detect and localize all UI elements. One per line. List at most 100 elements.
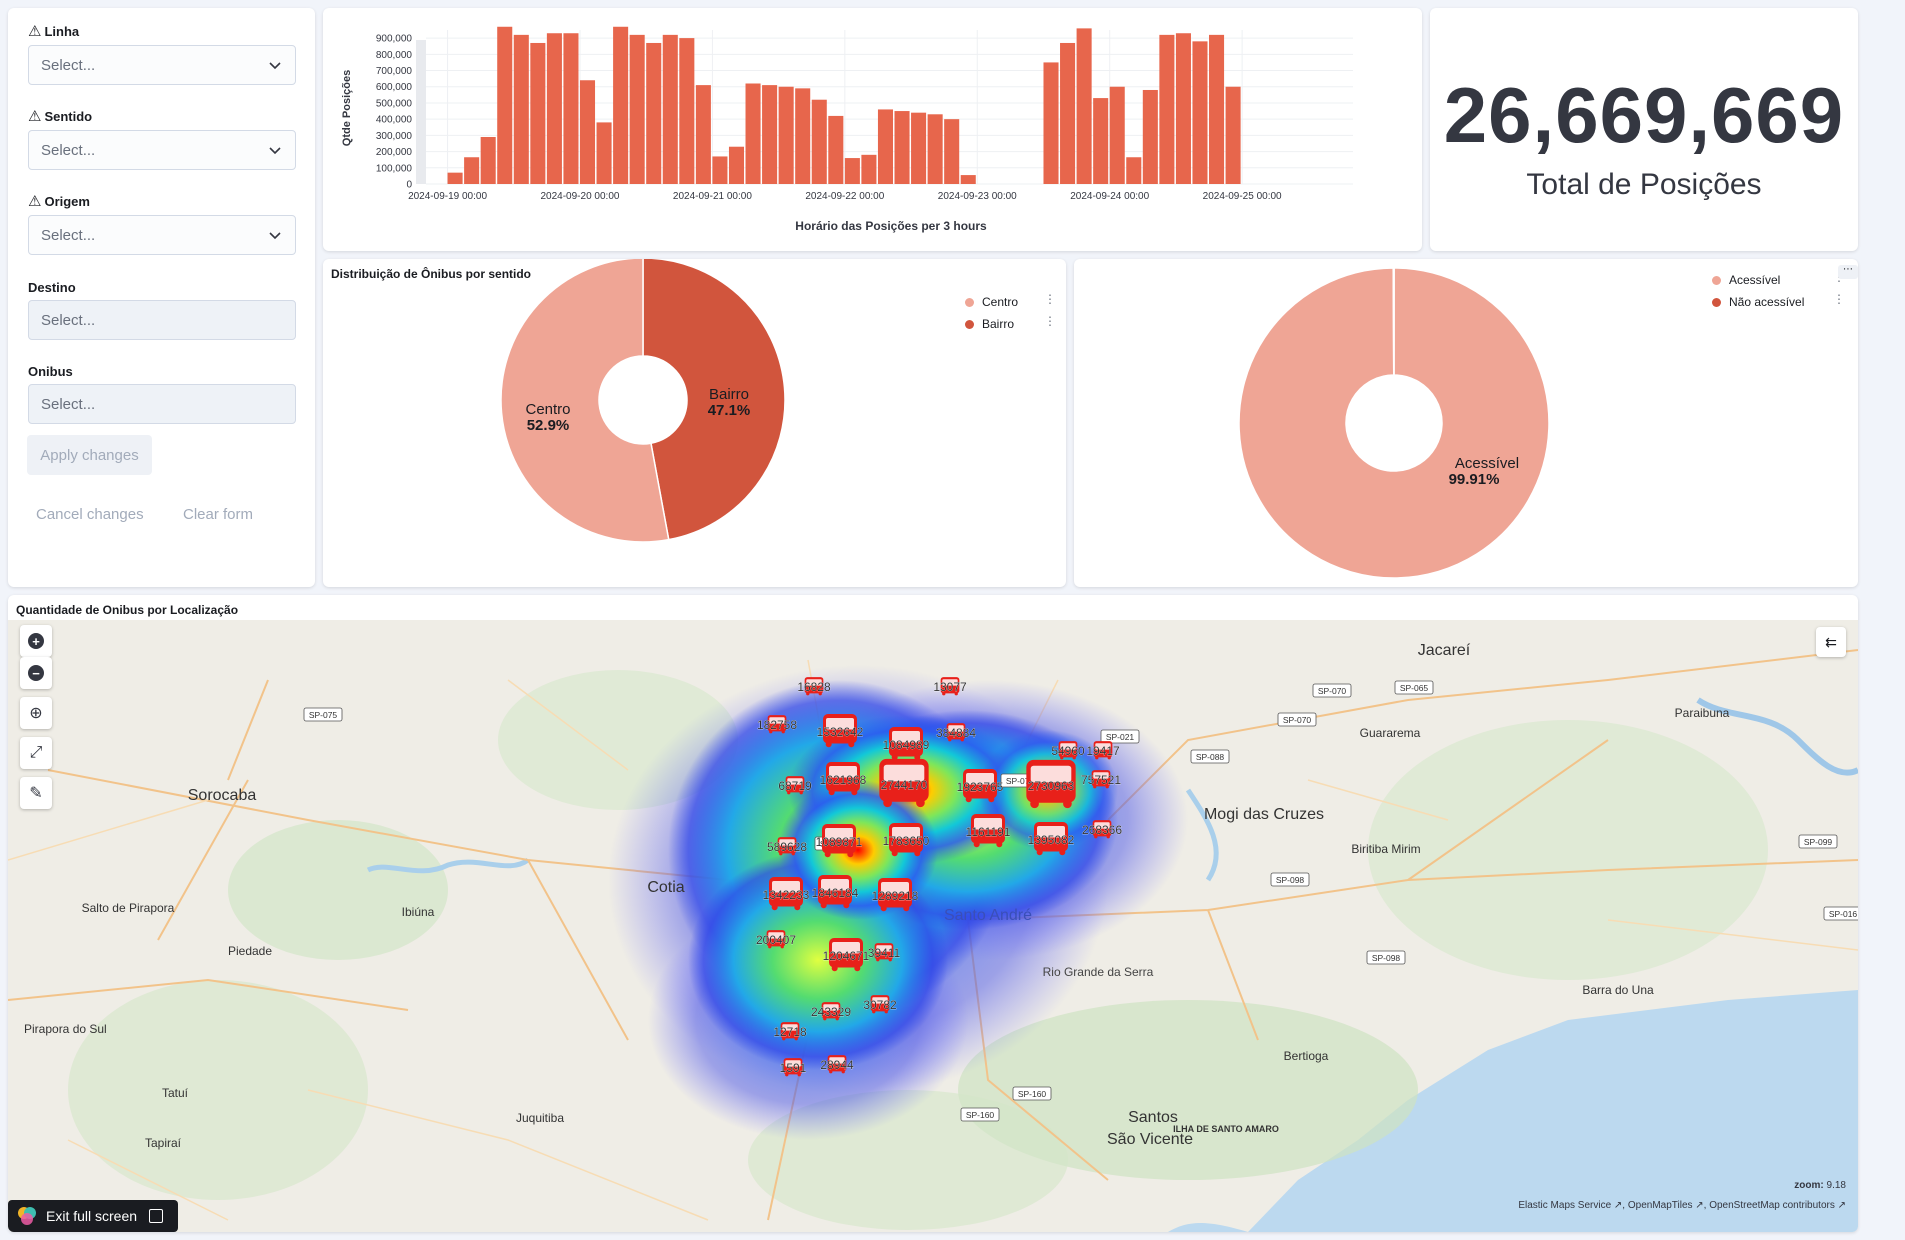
bus-marker: 12718 [773,1022,807,1041]
metric-panel: 26,669,669 Total de Posições [1430,8,1858,251]
zoom-out-button[interactable]: − [20,657,52,689]
bar [795,88,811,184]
destino-select[interactable]: Select... [28,300,296,340]
road-shield: SP-065 [1394,680,1434,695]
y-axis-band [416,40,426,184]
bus-count-label: 1846184 [812,886,859,900]
bus-wheel [843,902,850,909]
pie-acessivel-panel: Acessível 99.91% Acessível Não acessível … [1074,259,1858,587]
bus-count-label: 200407 [756,933,796,947]
expand-icon: ⤢ [29,744,43,761]
zoom-in-button[interactable]: + [20,625,52,657]
map-canvas[interactable]: SP-075 SP-070 SP-065 SP-070 SP-021 SP-088 SP-0… [8,620,1858,1232]
exit-fullscreen-button[interactable]: Exit full screen [8,1200,178,1232]
bus-marker: 757521 [1081,770,1122,789]
place-label: Barra do Una [1582,983,1654,997]
linha-select[interactable]: Select... [28,45,296,85]
place-label: Cotia [647,879,684,896]
bar [828,115,844,184]
bar [762,85,778,184]
reset-view-button[interactable]: ⊕ [20,697,52,729]
map-attribution[interactable]: Elastic Maps Service ↗, OpenMapTiles ↗, … [1518,1200,1846,1211]
bus-wheel [794,904,801,911]
bus-count-label: 1395082 [1028,833,1075,847]
sentido-select[interactable]: Select... [28,130,296,170]
bus-marker: 2744170 [879,758,929,808]
bar [745,83,761,184]
tools-button[interactable]: ✎ [20,777,52,809]
bus-count-label: 1923765 [957,780,1004,794]
x-tick-label: 2024-09-25 00:00 [1203,191,1282,202]
road-shield-label: SP-021 [1106,732,1135,742]
slice-label: Bairro [709,386,749,403]
layer-control-button[interactable]: ⇇ [1816,627,1846,657]
bar [695,85,711,184]
slice-percent: 47.1% [708,402,751,419]
bus-marker: 68719 [778,776,812,795]
bar [1060,42,1076,185]
bus-count-label: 12718 [773,1025,807,1039]
y-tick-label: 600,000 [376,82,413,93]
more-options-icon[interactable]: ⋮ [1833,271,1845,283]
pie-acessivel-legend: Acessível Não acessível [1712,269,1804,313]
legend-item-bairro[interactable]: Bairro [965,313,1018,335]
more-options-icon[interactable]: ⋮ [1833,293,1845,305]
bar [662,34,678,184]
bus-wheel [1063,799,1072,809]
origem-label: ⚠ Origem [28,193,90,210]
slice-label: Centro [525,401,570,418]
x-tick-label: 2024-09-20 00:00 [540,191,619,202]
onibus-label: Onibus [28,364,73,379]
y-tick-label: 300,000 [376,131,413,142]
y-tick-label: 400,000 [376,115,413,126]
road-shield: SP-088 [1190,749,1230,764]
more-options-icon[interactable]: ⋮ [1044,315,1056,327]
bar [679,38,695,185]
place-label: Biritiba Mirim [1351,842,1420,856]
apply-changes-button[interactable]: Apply changes [27,435,152,475]
road-shield-label: SP-099 [1804,837,1833,847]
bus-wheel [1030,799,1039,809]
bar [629,34,645,184]
place-label: Ibiúna [402,905,435,919]
cancel-changes-button[interactable]: Cancel changes [36,506,144,523]
bus-count-label: 1204671 [823,949,870,963]
legend-item-centro[interactable]: Centro [965,291,1018,313]
bus-count-label: 39411 [868,946,901,960]
fit-bounds-button[interactable]: ⤢ [20,737,52,769]
more-options-icon[interactable]: ⋮ [1044,293,1056,305]
road-shield-label: SP-070 [1318,686,1347,696]
minus-icon: − [28,665,44,681]
place-label: Salto de Pirapora [82,901,175,915]
legend-item-acessivel[interactable]: Acessível [1712,269,1804,291]
bar [513,34,529,184]
bus-count-label: 1084989 [883,738,930,752]
onibus-select[interactable]: Select... [28,384,296,424]
legend-swatch [1712,275,1721,285]
pie-sentido-chart: Centro52.9% Bairro47.1% [500,259,786,543]
legend-item-nao-acessivel[interactable]: Não acessível [1712,291,1804,313]
bus-count-label: 30782 [863,998,897,1012]
fullscreen-icon [149,1209,164,1223]
x-axis-label: Horário das Posições per 3 hours [795,219,987,233]
bus-wheel [916,798,925,808]
clear-form-button[interactable]: Clear form [183,506,253,523]
bus-wheel [1059,849,1066,856]
bus-wheel [965,796,972,803]
place-label: Piedade [228,944,272,958]
bar [563,33,579,185]
origem-select[interactable]: Select... [28,215,296,255]
bus-count-label: 2744170 [881,778,928,792]
panel-options-icon[interactable]: ⋯ [1838,265,1858,279]
bus-wheel [820,902,827,909]
bar [960,175,976,184]
place-label: Juquitiba [516,1111,564,1125]
place-label: Paraibuna [1675,706,1730,720]
metric-label: Total de Posições [1526,168,1762,201]
bus-count-label: 19417 [1086,744,1120,758]
road-shield-label: SP-065 [1400,683,1429,693]
bus-wheel [831,965,838,972]
y-tick-label: 100,000 [376,163,413,174]
bus-count-label: 757521 [1081,773,1121,787]
bar [1192,41,1208,185]
